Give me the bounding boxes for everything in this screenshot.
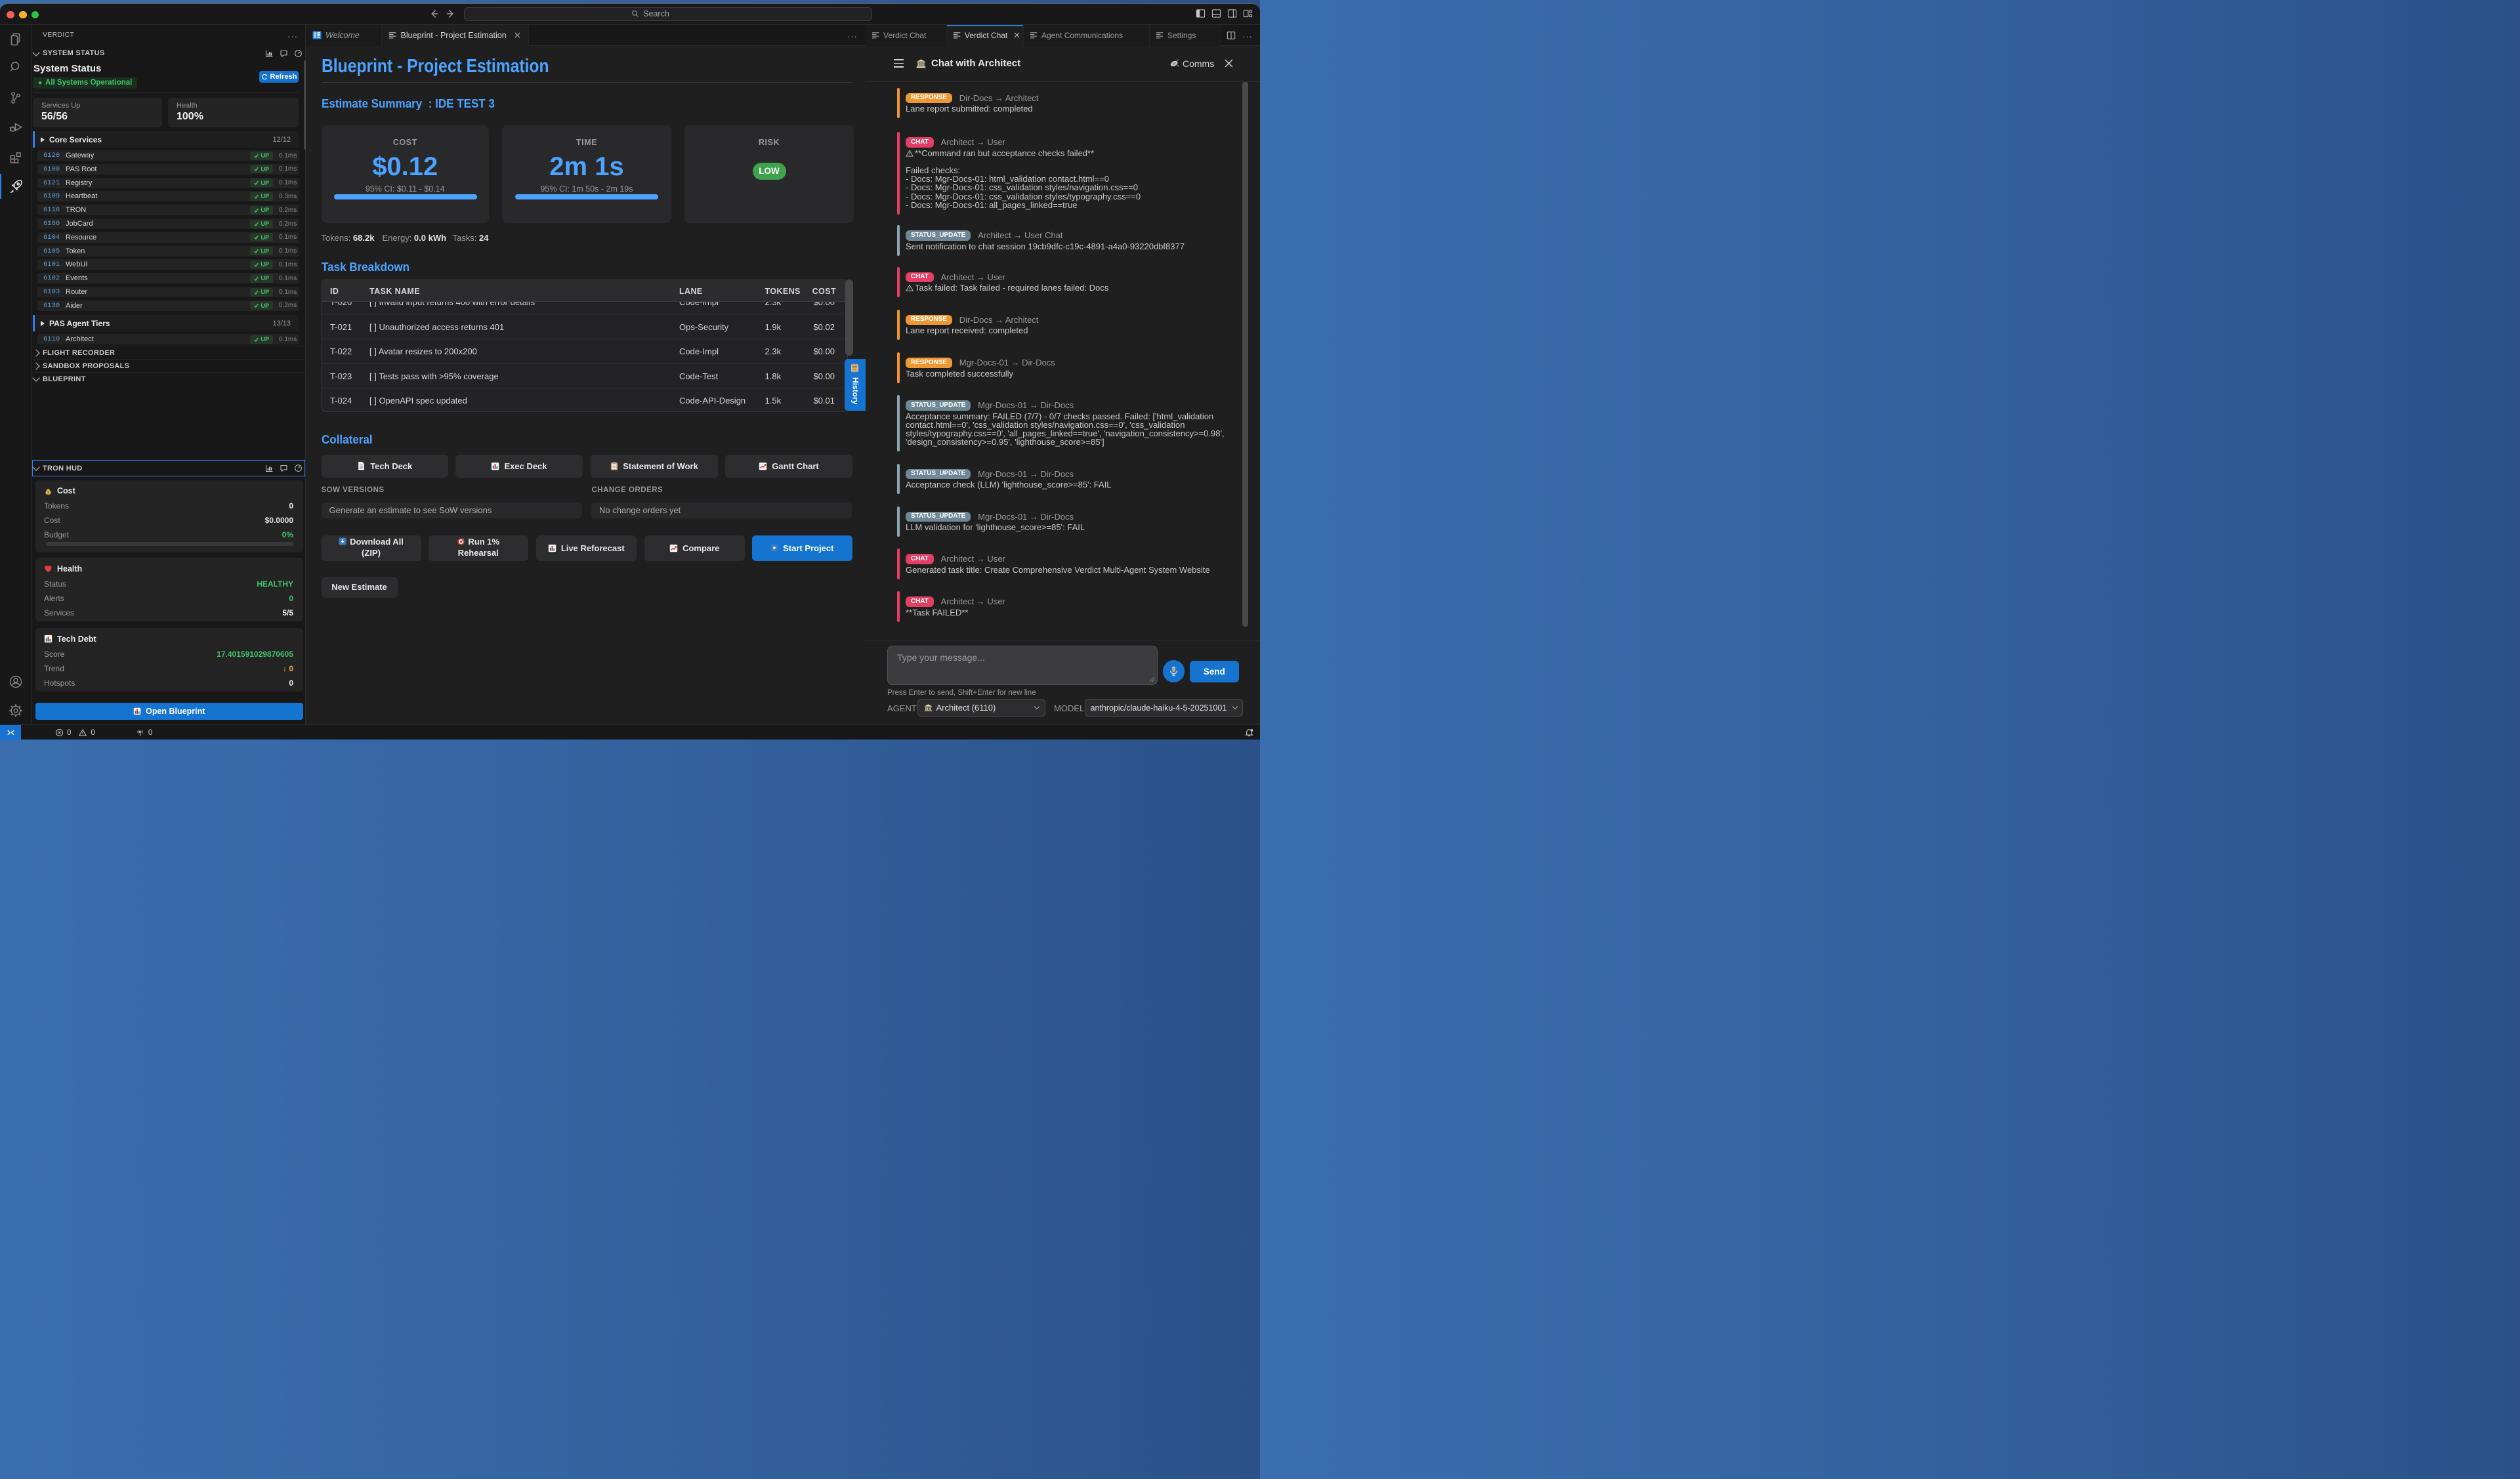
svg-text:$: $ — [47, 490, 49, 494]
